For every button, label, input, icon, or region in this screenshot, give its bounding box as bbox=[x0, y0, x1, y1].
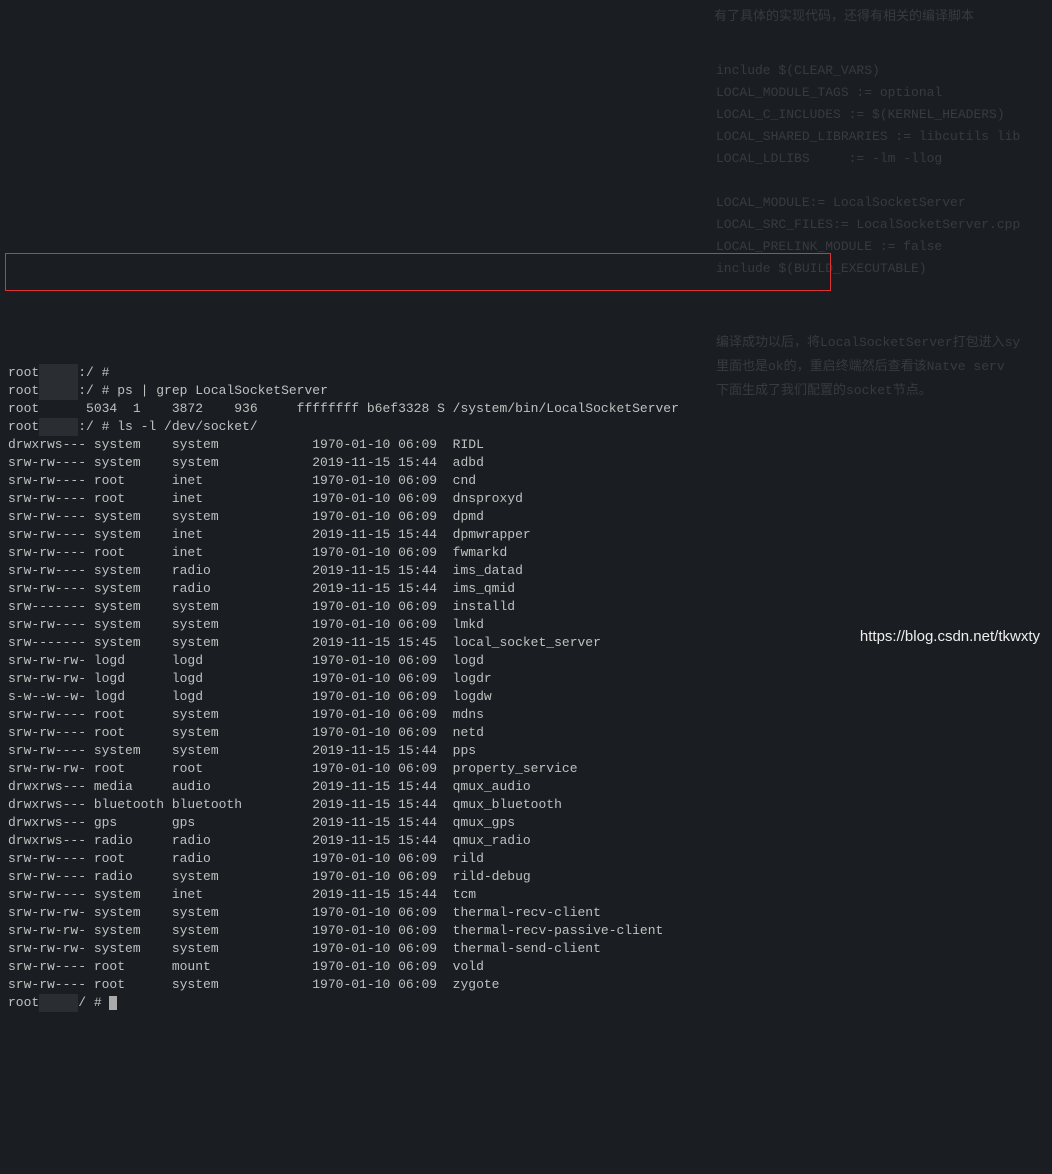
ls-row: srw-rw---- root mount 1970-01-10 06:09 v… bbox=[8, 958, 1044, 976]
ls-row: s-w--w--w- logd logd 1970-01-10 06:09 lo… bbox=[8, 688, 1044, 706]
ls-row: drwxrws--- bluetooth bluetooth 2019-11-1… bbox=[8, 796, 1044, 814]
watermark-url: https://blog.csdn.net/tkwxty bbox=[860, 628, 1040, 646]
terminal-output[interactable]: root@xxxx:/ # root@xxxx:/ # ps | grep Lo… bbox=[8, 364, 1044, 1012]
ghost-background: 有了具体的实现代码，还得有相关的编译脚本 include $(CLEAR_VAR… bbox=[8, 76, 1044, 328]
ls-row: drwxrws--- media audio 2019-11-15 15:44 … bbox=[8, 778, 1044, 796]
ls-row: srw-rw---- root inet 1970-01-10 06:09 dn… bbox=[8, 490, 1044, 508]
ls-row: srw-rw-rw- system system 1970-01-10 06:0… bbox=[8, 904, 1044, 922]
ls-row: drwxrws--- gps gps 2019-11-15 15:44 qmux… bbox=[8, 814, 1044, 832]
ls-row: srw-rw-rw- system system 1970-01-10 06:0… bbox=[8, 922, 1044, 940]
prompt-line[interactable]: root@xxxx/ # bbox=[8, 994, 1044, 1012]
ls-row: srw-rw-rw- system system 1970-01-10 06:0… bbox=[8, 940, 1044, 958]
prompt-line: root@xxxx:/ # ps | grep LocalSocketServe… bbox=[8, 382, 1044, 400]
ls-row: drwxrws--- system system 1970-01-10 06:0… bbox=[8, 436, 1044, 454]
ls-row: srw-rw-rw- logd logd 1970-01-10 06:09 lo… bbox=[8, 652, 1044, 670]
ls-row: srw-rw---- root inet 1970-01-10 06:09 fw… bbox=[8, 544, 1044, 562]
prompt-line: root@xxxx:/ # bbox=[8, 364, 1044, 382]
ls-row: srw-rw---- system system 1970-01-10 06:0… bbox=[8, 508, 1044, 526]
ls-row: srw-rw---- root radio 1970-01-10 06:09 r… bbox=[8, 850, 1044, 868]
ls-row: srw-rw---- system system 2019-11-15 15:4… bbox=[8, 454, 1044, 472]
ls-row: srw-rw---- system radio 2019-11-15 15:44… bbox=[8, 580, 1044, 598]
ls-row: srw-rw---- system system 2019-11-15 15:4… bbox=[8, 742, 1044, 760]
ps-output-row: root 5034 1 3872 936 ffffffff b6ef3328 S… bbox=[8, 400, 1044, 418]
ls-row: srw-rw---- root inet 1970-01-10 06:09 cn… bbox=[8, 472, 1044, 490]
ls-row: srw-rw---- root system 1970-01-10 06:09 … bbox=[8, 724, 1044, 742]
ls-row: srw-rw---- system inet 2019-11-15 15:44 … bbox=[8, 886, 1044, 904]
ls-row: srw-rw---- root system 1970-01-10 06:09 … bbox=[8, 976, 1044, 994]
ls-row: drwxrws--- radio radio 2019-11-15 15:44 … bbox=[8, 832, 1044, 850]
ls-row: srw-rw-rw- logd logd 1970-01-10 06:09 lo… bbox=[8, 670, 1044, 688]
ls-row: srw-rw---- system inet 2019-11-15 15:44 … bbox=[8, 526, 1044, 544]
ls-row: srw-rw---- root system 1970-01-10 06:09 … bbox=[8, 706, 1044, 724]
ls-row: srw-rw-rw- root root 1970-01-10 06:09 pr… bbox=[8, 760, 1044, 778]
ls-row: srw-rw---- radio system 1970-01-10 06:09… bbox=[8, 868, 1044, 886]
ls-row: srw-rw---- system radio 2019-11-15 15:44… bbox=[8, 562, 1044, 580]
ls-row: srw------- system system 1970-01-10 06:0… bbox=[8, 598, 1044, 616]
prompt-line: root@xxxx:/ # ls -l /dev/socket/ bbox=[8, 418, 1044, 436]
cursor-block bbox=[109, 996, 117, 1010]
